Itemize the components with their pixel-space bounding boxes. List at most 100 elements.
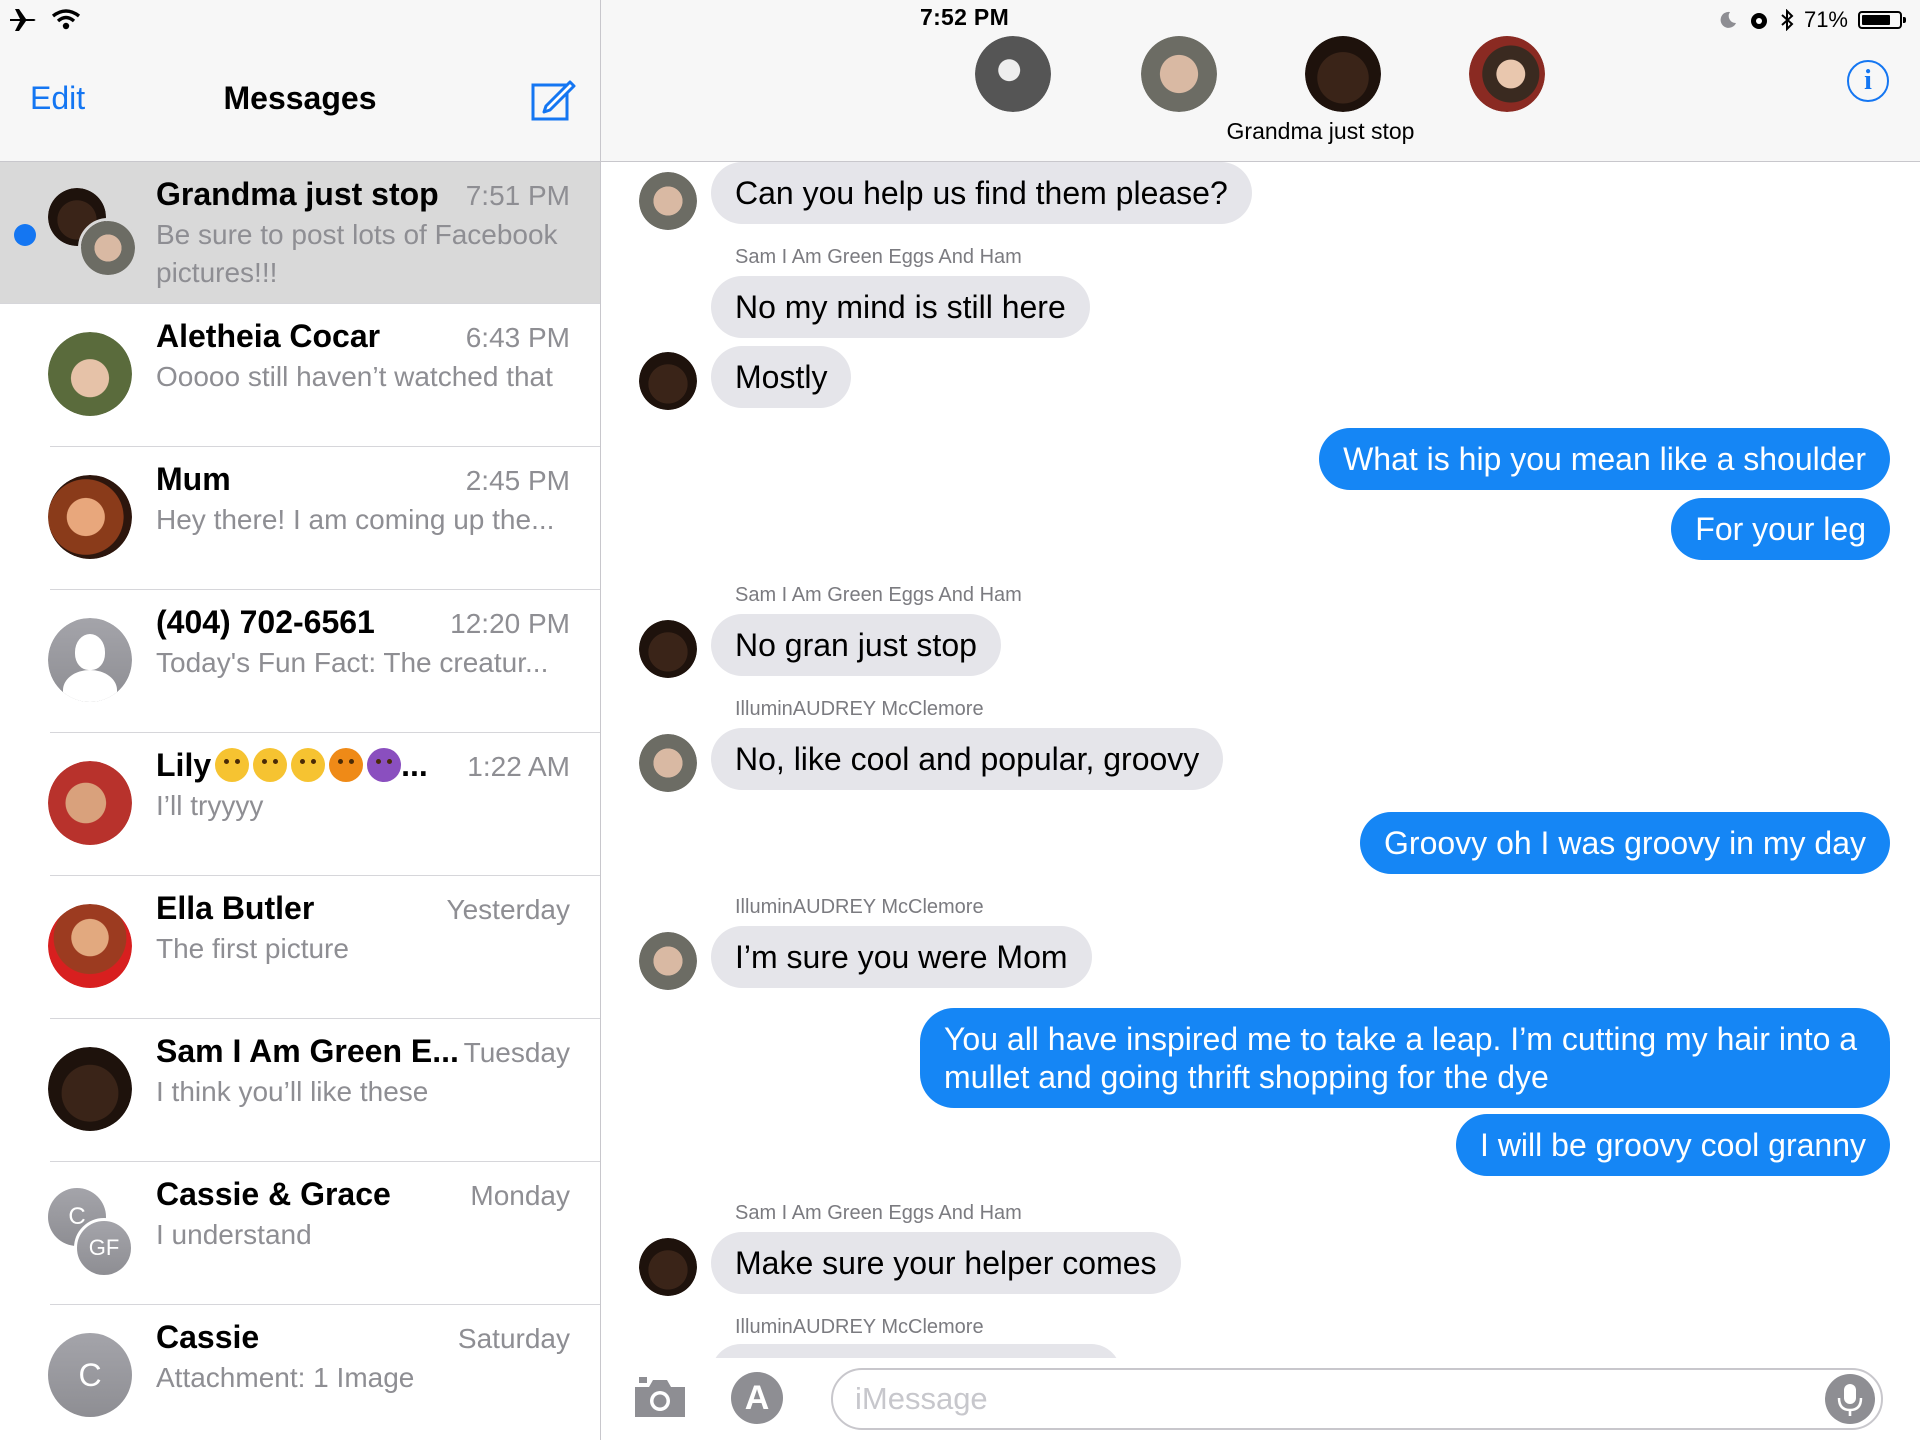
status-time: 7:52 PM	[920, 4, 1010, 30]
compose-icon[interactable]	[530, 76, 578, 122]
info-icon[interactable]: i	[1847, 60, 1889, 102]
incoming-message[interactable]: Mostly	[711, 346, 852, 408]
battery-icon	[1858, 11, 1906, 29]
group-name[interactable]: Grandma just stop	[601, 118, 1920, 145]
participant-avatar[interactable]	[1305, 36, 1381, 112]
conversation-preview: I’ll tryyyy	[156, 790, 264, 821]
participant-avatars[interactable]	[601, 36, 1920, 116]
conversation-row[interactable]: Sam I Am Green E... Tuesday I think you’…	[48, 1019, 600, 1162]
group-avatar	[48, 188, 138, 278]
participant-avatar[interactable]	[1141, 36, 1217, 112]
sender-name: IlluminAUDREY McClemore	[735, 896, 984, 918]
conversation-time: 12:20 PM	[450, 608, 570, 639]
wifi-icon	[52, 9, 80, 30]
outgoing-message[interactable]: You all have inspired me to take a leap.…	[920, 1008, 1890, 1108]
sender-avatar	[639, 172, 697, 230]
conversation-row[interactable]: Lily... 1:22 AM I’ll tryyyy	[48, 733, 600, 876]
alarm-icon	[1750, 13, 1767, 29]
conversation-row[interactable]: Ella Butler Yesterday The first picture	[48, 876, 600, 1019]
avatar	[48, 1047, 132, 1131]
outgoing-message[interactable]: Groovy oh I was groovy in my day	[1360, 812, 1890, 874]
sender-avatar	[639, 620, 697, 678]
conversation-row[interactable]: C Cassie Saturday Attachment: 1 Image	[48, 1305, 600, 1447]
conversation-name: Cassie & Grace	[156, 1176, 391, 1212]
incoming-message[interactable]: No my mind is still here	[711, 276, 1090, 338]
pumpkin-emoji-icon	[329, 748, 364, 782]
outgoing-message[interactable]: What is hip you mean like a shoulder	[1319, 428, 1890, 490]
message-input[interactable]	[831, 1368, 1883, 1430]
conversation-time: 6:43 PM	[465, 322, 570, 353]
conversation-preview: I think you’ll like these	[156, 1076, 429, 1107]
camera-icon[interactable]	[631, 1375, 689, 1421]
squint-tongue-emoji-icon	[215, 748, 250, 782]
conversation-row[interactable]: C GF Cassie & Grace Monday I understand	[48, 1162, 600, 1305]
conversation-name: Mum	[156, 461, 231, 497]
avatar: C	[48, 1333, 132, 1417]
avatar	[48, 332, 132, 416]
incoming-message[interactable]: I’m sure you were Mom	[711, 926, 1092, 988]
sidebar-header: Edit Messages	[0, 0, 600, 162]
conversation-time: Yesterday	[446, 894, 571, 925]
sender-name: Sam I Am Green Eggs And Ham	[735, 584, 1022, 606]
app-store-icon[interactable]: A	[731, 1372, 783, 1424]
conversation-list: Grandma just stop 7:51 PM Be sure to pos…	[0, 162, 600, 1447]
conversation-sidebar: Edit Messages Grandma just stop 7:51 PM …	[0, 0, 601, 1440]
name-ellipsis: ...	[401, 747, 428, 783]
microphone-icon[interactable]	[1825, 1374, 1875, 1424]
compose-bar: A	[601, 1358, 1920, 1440]
conversation-preview: Today's Fun Fact: The creatur...	[156, 647, 549, 678]
tongue-emoji-icon	[253, 748, 288, 782]
avatar	[48, 904, 132, 988]
sender-name: IlluminAUDREY McClemore	[735, 698, 984, 720]
conversation-preview: The first picture	[156, 933, 349, 964]
sender-avatar	[639, 1238, 697, 1296]
conversation-row[interactable]: Mum 2:45 PM Hey there! I am coming up th…	[48, 447, 600, 590]
sender-avatar	[639, 352, 697, 410]
conversation-name: Grandma just stop	[156, 176, 439, 212]
incoming-message[interactable]: Can you help us find them please?	[711, 162, 1252, 224]
conversation-time: 1:22 AM	[467, 751, 570, 782]
conversation-row[interactable]: Aletheia Cocar 6:43 PM Ooooo still haven…	[48, 304, 600, 447]
status-bar-left	[8, 2, 80, 38]
conversation-name: Lily...	[156, 747, 428, 784]
conversation-name: (404) 702-6561	[156, 604, 375, 640]
conversation-time: Saturday	[457, 1323, 570, 1354]
conversation-time: 2:45 PM	[465, 465, 570, 496]
sunglasses-emoji-icon	[291, 748, 326, 782]
avatar-initials: GF	[88, 1235, 120, 1260]
avatar	[48, 475, 132, 559]
conversation-row[interactable]: Grandma just stop 7:51 PM Be sure to pos…	[0, 162, 600, 304]
devil-emoji-icon	[367, 748, 402, 782]
conversation-preview: Hey there! I am coming up the...	[156, 504, 555, 535]
default-contact-icon	[48, 618, 132, 702]
conversation-preview: Attachment: 1 Image	[156, 1362, 415, 1393]
group-avatar: C GF	[48, 1188, 136, 1278]
participant-avatar[interactable]	[1469, 36, 1545, 112]
sender-avatar	[639, 932, 697, 990]
conversation-time: Tuesday	[463, 1037, 570, 1068]
conversation-name: Cassie	[156, 1319, 260, 1355]
incoming-message[interactable]: No, like cool and popular, groovy	[711, 728, 1224, 790]
avatar-initials: C	[78, 1356, 102, 1393]
sender-name: Sam I Am Green Eggs And Ham	[735, 246, 1022, 268]
unread-dot	[14, 224, 36, 246]
outgoing-message[interactable]: I will be groovy cool granny	[1456, 1114, 1890, 1176]
message-transcript[interactable]: Can you help us find them please? Sam I …	[601, 162, 1920, 1358]
airplane-icon	[10, 9, 36, 31]
moon-icon	[1720, 11, 1736, 28]
sender-name: Sam I Am Green Eggs And Ham	[735, 1202, 1022, 1224]
conversation-row[interactable]: (404) 702-6561 12:20 PM Today's Fun Fact…	[48, 590, 600, 733]
conversation-name: Sam I Am Green E...	[156, 1033, 459, 1069]
participant-avatar[interactable]	[975, 36, 1051, 112]
incoming-message[interactable]: No gran just stop	[711, 614, 1001, 676]
incoming-message[interactable]: Make sure your helper comes	[711, 1232, 1181, 1294]
outgoing-message[interactable]: For your leg	[1671, 498, 1890, 560]
conversation-preview: Be sure to post lots of Facebook picture…	[156, 219, 558, 288]
conversation-time: 7:51 PM	[465, 180, 570, 211]
conversation-time: Monday	[470, 1180, 570, 1211]
conversation-preview: I understand	[156, 1219, 312, 1250]
status-bar-right: 71%	[1718, 2, 1906, 38]
conversation-name-text: Lily	[156, 747, 212, 783]
conversation-name: Aletheia Cocar	[156, 318, 381, 354]
incoming-message[interactable]	[711, 1344, 1121, 1358]
